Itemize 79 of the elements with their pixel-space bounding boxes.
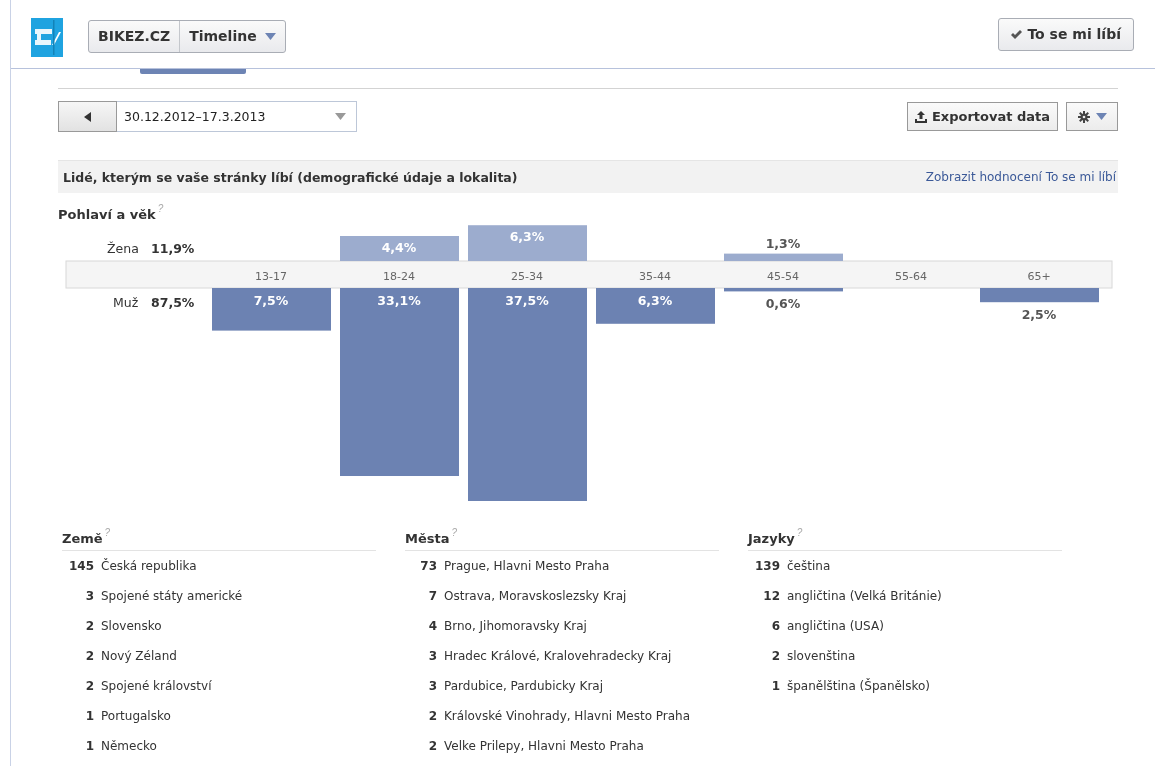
count: 3 — [427, 679, 437, 693]
age-label: 55-64 — [895, 270, 927, 283]
list-item-name: Velke Prilepy, Hlavni Mesto Praha — [444, 739, 644, 753]
page-logo[interactable] — [31, 17, 63, 57]
list-item-name: čeština — [787, 559, 831, 573]
list-title: Země — [62, 531, 103, 546]
bar-value: 6,3% — [509, 229, 545, 245]
page-name-button[interactable]: BIKEZ.CZ — [89, 20, 180, 52]
age-label: 65+ — [1027, 270, 1051, 283]
list-title: Města — [405, 531, 450, 546]
age-label: 25-34 — [511, 270, 543, 283]
date-range-select[interactable]: 30.12.2012–17.3.2013 — [117, 101, 357, 132]
previous-button[interactable] — [58, 101, 117, 132]
age-label: 35-44 — [639, 270, 671, 283]
bar-value: 4,4% — [381, 240, 417, 255]
list-item-name: Spojené království — [101, 679, 212, 693]
left-arrow-icon — [84, 111, 91, 122]
series-label: Žena — [107, 241, 139, 256]
list-item-name: Královské Vinohrady, Hlavni Mesto Praha — [444, 709, 691, 723]
list-item-name: Spojené státy americké — [101, 589, 243, 603]
bar-value: 0,6% — [765, 296, 801, 312]
list-item-name: Slovensko — [101, 619, 162, 633]
list-item-name: Pardubice, Pardubicky Kraj — [444, 679, 604, 693]
bar-value: 1,3% — [765, 235, 801, 251]
count: 2 — [770, 649, 780, 663]
check-icon — [1011, 29, 1023, 39]
likes-link[interactable]: Zobrazit hodnocení To se mi líbí — [925, 170, 1116, 184]
series-total: 11,9% — [151, 241, 195, 256]
count: 7 — [427, 589, 437, 603]
age-label: 18-24 — [383, 270, 415, 283]
settings-button[interactable] — [1066, 102, 1118, 131]
series-label: Muž — [113, 295, 139, 310]
series-total: 87,5% — [151, 295, 195, 310]
list-item-name: Brno, Jihomoravsky Kraj — [444, 619, 587, 633]
count: 1 — [84, 739, 94, 753]
list-item-name: angličtina (Velká Británie) — [787, 589, 942, 603]
count: 4 — [427, 619, 437, 633]
count: 1 — [770, 679, 780, 693]
count: 73 — [419, 559, 437, 573]
list-item-name: španělština (Španělsko) — [787, 679, 930, 693]
timeline-menu[interactable]: Timeline — [179, 20, 285, 52]
list-item-name: Ostrava, Moravskoslezsky Kraj — [444, 589, 627, 603]
bar-value: 7,5% — [253, 293, 289, 308]
chart-title: Pohlaví a věk — [58, 207, 156, 222]
count: 2 — [427, 739, 437, 753]
caret-icon — [1095, 113, 1107, 120]
bar-value: 6,3% — [637, 293, 673, 308]
list-item-name: Prague, Hlavni Mesto Praha — [444, 559, 610, 573]
list-item-name: Nový Zéland — [101, 649, 177, 663]
like-button[interactable]: To se mi líbí — [998, 17, 1134, 51]
count: 2 — [84, 619, 94, 633]
caret-icon — [264, 32, 276, 40]
age-label: 13-17 — [255, 270, 287, 283]
count: 6 — [770, 619, 780, 633]
bar-value: 37,5% — [505, 293, 549, 308]
count: 1 — [84, 709, 94, 723]
list-item-name: angličtina (USA) — [787, 619, 884, 633]
age-label: 45-54 — [767, 270, 799, 283]
list-item-name: slovenština — [787, 649, 856, 663]
settings-icon — [1077, 110, 1090, 123]
count: 2 — [427, 709, 437, 723]
dropdown-icon — [335, 113, 346, 120]
bar-value: 2,5% — [1021, 307, 1057, 323]
list-item-name: Česká republika — [101, 559, 197, 573]
section-title: Lidé, kterým se vaše stránky líbí (demografické údaje a lokalita) — [63, 169, 518, 185]
list-item-name: Hradec Králové, Kralovehradecky Kraj — [444, 649, 672, 663]
export-button[interactable]: Exportovat data — [906, 102, 1058, 131]
list-title: Jazyky — [748, 531, 795, 546]
list-item-name: Portugalsko — [101, 709, 171, 723]
count: 2 — [84, 649, 94, 663]
count: 12 — [762, 589, 780, 603]
count: 139 — [753, 559, 780, 573]
upload-icon — [914, 110, 927, 123]
bar-value: 33,1% — [377, 293, 421, 308]
count: 3 — [427, 649, 437, 663]
count: 145 — [67, 559, 94, 573]
count: 3 — [84, 589, 94, 603]
count: 2 — [84, 679, 94, 693]
list-item-name: Německo — [101, 739, 157, 753]
